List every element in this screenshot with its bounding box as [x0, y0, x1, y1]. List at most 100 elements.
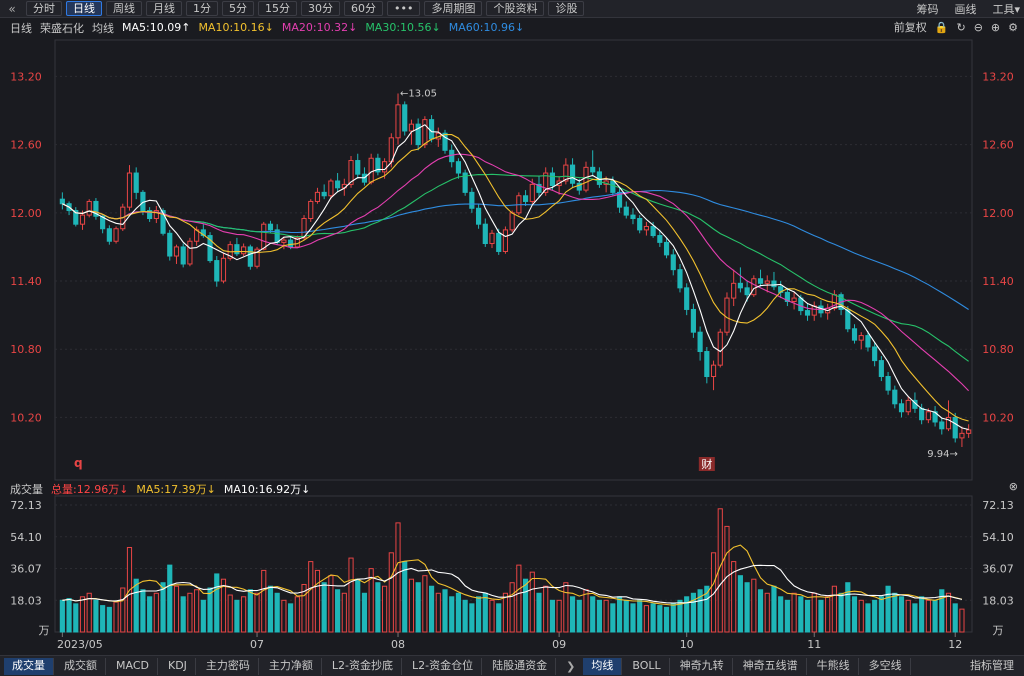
volume-bar [831, 585, 837, 633]
back-nav-icon[interactable]: « [4, 2, 20, 16]
candle-body [757, 278, 764, 284]
zoom-in-icon[interactable]: ⊕ [991, 21, 1000, 34]
volume-bar [630, 603, 636, 633]
period-tab[interactable]: ••• [387, 1, 421, 16]
candle-body [872, 346, 878, 362]
toolbar: « 分时 日线 周线 月线 1分 5分 15分 30分 60分 ••• 多周期图 个股资料 诊股 筹码 … [0, 0, 1024, 18]
tab-main-force[interactable]: 主力密码 [198, 657, 259, 675]
tab-macd[interactable]: MACD [108, 657, 158, 675]
tab-indicator-manage[interactable]: 指标管理 [962, 658, 1022, 675]
ma10-line [62, 134, 969, 422]
tab-bull-bear[interactable]: 牛熊线 [809, 657, 859, 675]
candle-body [180, 246, 186, 265]
volume-bar [878, 596, 884, 633]
volume-bar [811, 592, 817, 633]
reset-icon[interactable]: ↻ [956, 21, 965, 34]
chevron-right-icon[interactable]: ❯ [566, 660, 575, 673]
tab-l2-bottom[interactable]: L2-资金抄底 [324, 657, 403, 675]
candle-body [321, 191, 327, 197]
period-tab[interactable]: 分时 [26, 1, 62, 16]
candle-body [173, 246, 180, 257]
adjust-mode-button[interactable]: 前复权 [894, 19, 927, 35]
avg-label[interactable]: 均线 [92, 20, 114, 36]
tab-magic-five[interactable]: 神奇五线谱 [735, 657, 807, 675]
period-tab[interactable]: 15分 [258, 1, 297, 16]
chip-distribution-button[interactable]: 筹码 [916, 1, 938, 17]
tab-boll[interactable]: BOLL [624, 657, 670, 675]
tab-l2-position[interactable]: L2-资金仓位 [404, 657, 483, 675]
close-indicator-icon[interactable]: ⊗ [1009, 480, 1018, 493]
candle-body [925, 411, 931, 421]
period-tab[interactable]: 月线 [146, 1, 182, 16]
tab-kdj[interactable]: KDJ [160, 657, 196, 675]
period-tab[interactable]: 个股资料 [486, 1, 545, 16]
candle-body [86, 200, 92, 216]
lock-icon[interactable]: 🔒 [935, 21, 949, 34]
period-label[interactable]: 日线 [10, 20, 32, 36]
volume-bar [449, 596, 455, 633]
draw-line-button[interactable]: 画线 [954, 1, 976, 17]
stock-name: 荣盛石化 [40, 21, 84, 35]
event-marker-cai: 财 [701, 457, 712, 471]
candle-body [455, 161, 462, 174]
volume-bar [341, 592, 347, 633]
tab-turnover[interactable]: 成交额 [56, 657, 106, 675]
candle-body [402, 104, 408, 132]
volume-bar [133, 578, 139, 633]
volume-bar [294, 596, 300, 633]
volume-bar [791, 592, 797, 633]
candle-body [804, 310, 811, 316]
candle-body [126, 172, 133, 208]
period-tab[interactable]: 诊股 [548, 1, 585, 16]
volume-controls: ⊗ [1003, 480, 1018, 493]
candle-body [650, 225, 656, 237]
tools-menu-button[interactable]: 工具▾ [992, 1, 1020, 17]
period-tabs: 分时 日线 周线 月线 1分 5分 15分 30分 60分 ••• 多周期图 个股资料 诊股 [26, 1, 588, 16]
volume-bar [153, 592, 159, 633]
volume-bar [180, 596, 186, 633]
candle-body [59, 198, 65, 205]
x-tick-label: 12 [948, 638, 962, 651]
volume-bar [959, 608, 965, 633]
volume-bar [583, 589, 589, 633]
volume-bar [261, 569, 267, 633]
candle-body [502, 229, 509, 252]
tab-volume[interactable]: 成交量 [4, 657, 54, 675]
zoom-out-icon[interactable]: ⊖ [974, 21, 983, 34]
volume-bar [610, 603, 616, 633]
candle-body [106, 228, 112, 242]
period-tab[interactable]: 1分 [186, 1, 218, 16]
period-tab[interactable]: 周线 [106, 1, 142, 16]
candle-body [133, 172, 139, 193]
price-tick-label-right: 12.00 [982, 207, 1014, 220]
tab-hk-connect[interactable]: 陆股通资金 [484, 657, 557, 675]
candle-body [663, 241, 670, 256]
volume-bar [865, 603, 871, 633]
candle-body [697, 331, 703, 353]
candle-body [569, 164, 576, 184]
volume-bar [314, 569, 321, 633]
tab-net-flow[interactable]: 主力净额 [261, 657, 322, 675]
settings-icon[interactable]: ⚙ [1008, 21, 1018, 34]
volume-bar [744, 582, 750, 633]
period-tab[interactable]: 5分 [222, 1, 254, 16]
tab-ma[interactable]: 均线 [583, 657, 623, 675]
period-tab[interactable]: 日线 [66, 1, 102, 16]
volume-title[interactable]: 成交量 [10, 481, 43, 497]
kline-chart[interactable]: 13.20 13.20 12.60 12.60 12.00 12.00 11.40 11.40… [0, 36, 1024, 656]
candle-body [892, 389, 898, 405]
candle-body [328, 180, 334, 197]
volume-bar [267, 585, 274, 633]
candle-body [475, 207, 482, 225]
volume-bar [764, 592, 770, 633]
volume-bar [475, 596, 482, 633]
period-tab[interactable]: 60分 [344, 1, 383, 16]
tab-long-short[interactable]: 多空线 [861, 657, 911, 675]
volume-total: 总量:12.96万↓ [51, 482, 129, 496]
volume-bar [335, 589, 341, 633]
period-tab[interactable]: 30分 [301, 1, 340, 16]
price-tick-label-left: 11.40 [10, 275, 42, 288]
period-tab[interactable]: 多周期图 [424, 1, 483, 16]
volume-ma5: MA5:17.39万↓ [136, 482, 216, 496]
tab-magic-nine[interactable]: 神奇九转 [672, 657, 733, 675]
